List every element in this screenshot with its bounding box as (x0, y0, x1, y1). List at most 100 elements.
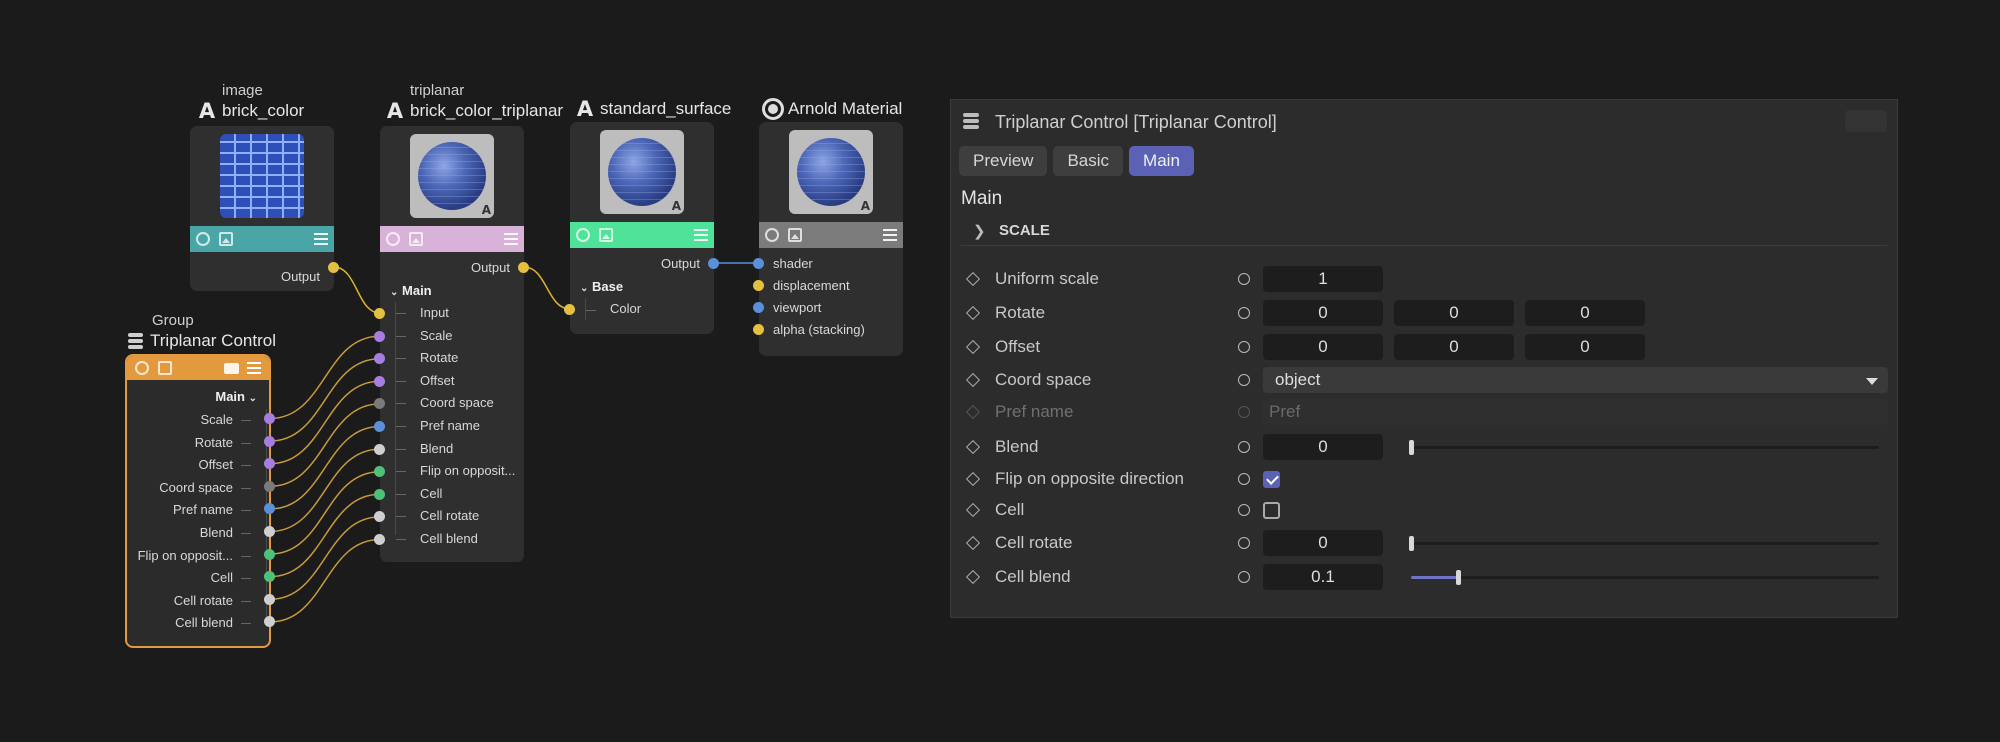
connect-icon[interactable] (1238, 374, 1250, 386)
arnold-viewport-port[interactable] (753, 302, 764, 313)
surface-output-port[interactable] (708, 258, 719, 269)
group-output-port[interactable] (264, 571, 275, 583)
arnold-material-node[interactable]: A shader displacement viewport alpha (st… (759, 122, 903, 356)
node-type-label: Group (152, 312, 194, 329)
group-output-port[interactable] (264, 593, 275, 605)
cell-rotate-slider[interactable] (1409, 536, 1879, 551)
pref-name-field: Pref (1263, 399, 1888, 425)
triplanar-input-port[interactable] (374, 421, 385, 432)
offset-x-field[interactable]: 0 (1263, 334, 1383, 360)
group-output-port[interactable] (264, 616, 275, 628)
arnold-alpha-port[interactable] (753, 324, 764, 335)
triplanar-input-port[interactable] (374, 443, 385, 455)
connect-icon[interactable] (1238, 341, 1250, 353)
menu-icon[interactable] (247, 362, 261, 374)
keyframe-icon[interactable] (965, 569, 981, 585)
group-output-port[interactable] (264, 435, 275, 447)
keyframe-icon[interactable] (965, 535, 981, 551)
slider-handle[interactable] (1455, 570, 1461, 585)
panel-close-button[interactable] (1845, 110, 1887, 132)
triplanar-input-port[interactable] (374, 488, 385, 500)
flip-checkbox[interactable] (1263, 471, 1280, 488)
offset-y-field[interactable]: 0 (1394, 334, 1514, 360)
rotate-z-field[interactable]: 0 (1525, 300, 1645, 326)
connect-icon[interactable] (1238, 571, 1250, 583)
shader-icon[interactable] (765, 228, 779, 242)
keyframe-icon[interactable] (965, 439, 981, 455)
menu-icon[interactable] (694, 229, 708, 241)
scale-group-toggle[interactable]: ❯ SCALE (961, 216, 1887, 246)
image-icon[interactable] (409, 232, 423, 246)
surface-color-port[interactable] (564, 304, 575, 315)
blend-field[interactable]: 0 (1263, 434, 1383, 460)
connect-icon[interactable] (1238, 273, 1250, 285)
section-main[interactable]: ⌄ Main (390, 280, 432, 302)
image-node[interactable]: Output (190, 126, 334, 291)
triplanar-output-port[interactable] (518, 262, 529, 273)
node-toolbar (570, 222, 714, 248)
image-icon[interactable] (219, 232, 233, 246)
slider-handle[interactable] (1409, 440, 1414, 455)
connect-icon[interactable] (1238, 504, 1250, 516)
triplanar-node[interactable]: A Output ⌄ Main Input Scale Rotate Offset Co… (380, 126, 524, 562)
shader-icon[interactable] (576, 228, 590, 242)
chevron-right-icon: ❯ (973, 222, 986, 240)
blend-slider[interactable] (1409, 440, 1879, 455)
shader-icon[interactable] (196, 232, 210, 246)
standard-surface-node[interactable]: A Output ⌄ Base Color (570, 122, 714, 334)
keyframe-icon[interactable] (965, 271, 981, 287)
keyframe-icon[interactable] (965, 372, 981, 388)
uniform-scale-field[interactable]: 1 (1263, 266, 1383, 292)
offset-z-field[interactable]: 0 (1525, 334, 1645, 360)
group-node[interactable]: Main ⌄ Scale Rotate Offset Coord space Pref … (125, 354, 271, 648)
keyframe-icon[interactable] (965, 502, 981, 518)
folder-icon[interactable] (224, 362, 239, 374)
menu-icon[interactable] (314, 233, 328, 245)
menu-icon[interactable] (504, 233, 518, 245)
connect-icon[interactable] (1238, 441, 1250, 453)
group-output-port[interactable] (264, 458, 275, 470)
group-output-port[interactable] (264, 503, 275, 515)
node-name[interactable]: brick_color (222, 100, 304, 122)
keyframe-icon[interactable] (965, 471, 981, 487)
cell-blend-slider[interactable] (1411, 570, 1879, 585)
cell-rotate-field[interactable]: 0 (1263, 530, 1383, 556)
arnold-displacement-port[interactable] (753, 280, 764, 291)
image-icon[interactable] (158, 361, 172, 375)
triplanar-input-port[interactable] (374, 308, 385, 319)
node-name[interactable]: Triplanar Control (150, 330, 276, 352)
cell-blend-field[interactable]: 0.1 (1263, 564, 1383, 590)
connect-icon[interactable] (1238, 537, 1250, 549)
node-name[interactable]: standard_surface (600, 98, 731, 120)
slider-handle[interactable] (1409, 536, 1414, 551)
keyframe-icon[interactable] (965, 305, 981, 321)
tab-preview[interactable]: Preview (959, 146, 1048, 176)
group-output-port[interactable] (264, 480, 275, 492)
shader-icon[interactable] (135, 361, 149, 375)
coord-space-select[interactable]: object (1263, 367, 1888, 393)
image-icon[interactable] (599, 228, 613, 242)
group-output-port[interactable] (264, 548, 275, 560)
tab-main[interactable]: Main (1129, 146, 1194, 176)
tab-basic[interactable]: Basic (1053, 146, 1124, 176)
node-name[interactable]: brick_color_triplanar (410, 100, 563, 122)
arnold-shader-port[interactable] (753, 258, 764, 269)
cell-checkbox[interactable] (1263, 502, 1280, 519)
connect-icon[interactable] (1238, 307, 1250, 319)
rotate-y-field[interactable]: 0 (1394, 300, 1514, 326)
node-name[interactable]: Arnold Material (788, 98, 902, 120)
image-icon[interactable] (788, 228, 802, 242)
shader-icon[interactable] (386, 232, 400, 246)
image-output-port[interactable] (328, 262, 339, 273)
section-main[interactable]: Main ⌄ (215, 386, 257, 408)
triplanar-input-port[interactable] (374, 534, 385, 545)
rotate-x-field[interactable]: 0 (1263, 300, 1383, 326)
group-output-port[interactable] (264, 526, 275, 537)
triplanar-input-port[interactable] (374, 330, 385, 342)
group-output-port[interactable] (264, 413, 275, 424)
menu-icon[interactable] (883, 229, 897, 241)
triplanar-input-port[interactable] (374, 375, 385, 387)
connect-icon[interactable] (1238, 473, 1250, 485)
keyframe-icon[interactable] (965, 339, 981, 355)
section-base[interactable]: ⌄ Base (580, 276, 623, 298)
